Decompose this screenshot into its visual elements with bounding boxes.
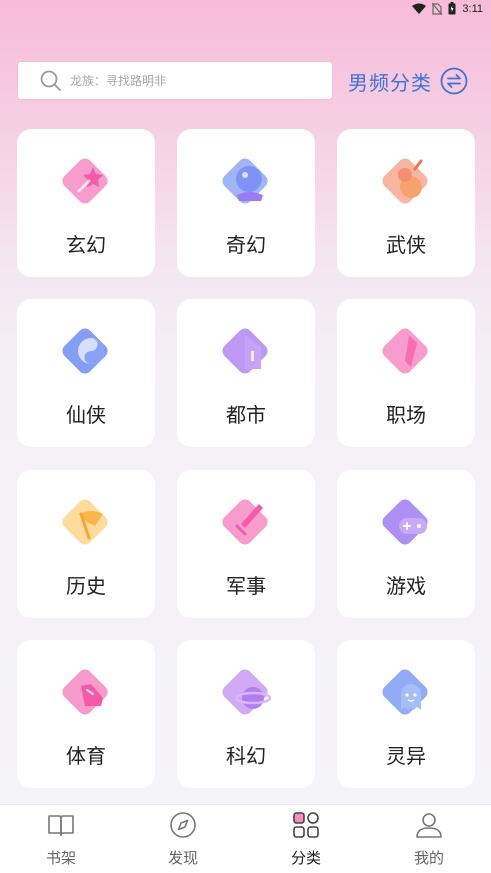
- category-label: 体育: [66, 744, 106, 768]
- nav-item-category[interactable]: 分类: [245, 805, 367, 873]
- category-card-dushi[interactable]: 都市: [177, 299, 315, 447]
- building-icon: [222, 328, 268, 374]
- category-card-qihuan[interactable]: 奇幻: [177, 129, 315, 277]
- grid-icon: [293, 812, 319, 838]
- nav-label: 书架: [45, 849, 76, 867]
- no-sim-icon: [432, 2, 443, 15]
- category-card-xuanhuan[interactable]: 玄幻: [17, 129, 155, 277]
- search-icon: [40, 70, 62, 92]
- battery-icon: [448, 2, 456, 15]
- category-card-lishi[interactable]: 历史: [17, 470, 155, 618]
- status-time: 3:11: [462, 2, 483, 15]
- wand-icon: [62, 158, 108, 204]
- nav-label: 发现: [167, 849, 198, 867]
- category-card-youxi[interactable]: 游戏: [337, 470, 475, 618]
- book-icon: [48, 815, 74, 836]
- shoe-icon: [62, 669, 108, 715]
- flag-icon: [62, 499, 108, 545]
- category-card-tiyu[interactable]: 体育: [17, 640, 155, 788]
- category-card-lingyi[interactable]: 灵异: [337, 640, 475, 788]
- category-label: 奇幻: [226, 233, 266, 257]
- nav-item-mine[interactable]: 我的: [368, 805, 490, 873]
- category-label: 玄幻: [66, 233, 106, 257]
- category-label: 武侠: [386, 233, 426, 257]
- ghost-icon: [382, 669, 428, 715]
- nav-label: 分类: [290, 849, 321, 867]
- channel-label: 男频分类: [348, 70, 432, 95]
- status-icons: 3:11: [412, 2, 483, 15]
- gamepad-icon: [382, 499, 428, 545]
- category-card-xianxia[interactable]: 仙侠: [17, 299, 155, 447]
- compass-icon: [170, 812, 196, 838]
- category-card-junshi[interactable]: 军事: [177, 470, 315, 618]
- category-label: 游戏: [386, 574, 426, 598]
- category-label: 科幻: [226, 744, 266, 768]
- category-label: 职场: [386, 403, 426, 427]
- category-label: 历史: [66, 574, 106, 598]
- sword-icon: [222, 499, 268, 545]
- category-label: 仙侠: [66, 403, 106, 427]
- channel-switch-button[interactable]: 男频分类: [348, 65, 468, 97]
- bottom-nav: 书架 发现 分类 我的: [0, 804, 491, 873]
- status-bar: 3:11: [0, 0, 491, 20]
- nav-item-discover[interactable]: 发现: [122, 805, 244, 873]
- search-placeholder: 龙族：寻找路明非: [70, 74, 167, 88]
- category-card-zhichang[interactable]: 职场: [337, 299, 475, 447]
- gourd-icon: [382, 158, 428, 204]
- search-input[interactable]: 龙族：寻找路明非: [18, 62, 332, 99]
- category-card-kehuan[interactable]: 科幻: [177, 640, 315, 788]
- category-label: 军事: [226, 574, 266, 598]
- category-card-wuxia[interactable]: 武侠: [337, 129, 475, 277]
- user-icon: [416, 813, 442, 838]
- category-label: 灵异: [386, 744, 426, 768]
- planet-icon: [222, 669, 272, 715]
- category-label: 都市: [226, 403, 266, 427]
- tie-icon: [382, 328, 428, 374]
- nav-item-bookshelf[interactable]: 书架: [0, 805, 122, 873]
- crystal-ball-icon: [222, 158, 268, 204]
- switch-icon: [440, 67, 468, 95]
- nav-label: 我的: [413, 849, 444, 867]
- wifi-icon: [412, 3, 427, 14]
- yin-yang-icon: [62, 328, 108, 374]
